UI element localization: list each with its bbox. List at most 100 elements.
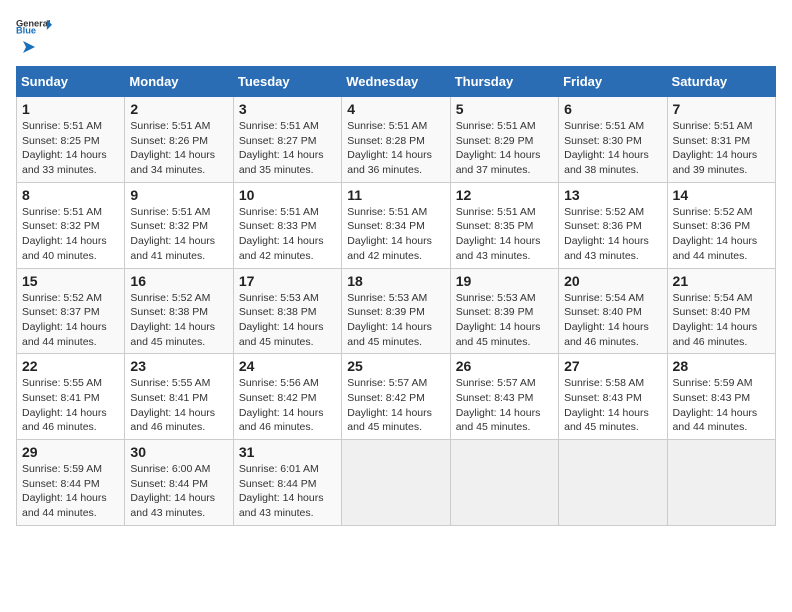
calendar-day-cell: 19Sunrise: 5:53 AMSunset: 8:39 PMDayligh…	[450, 268, 558, 354]
calendar-week-row: 8 Sunrise: 5:51 AMSunset: 8:32 PMDaylight…	[17, 182, 776, 268]
day-info: Sunrise: 5:53 AMSunset: 8:38 PMDaylight:…	[239, 291, 336, 350]
day-number: 25	[347, 358, 444, 374]
empty-cell	[559, 440, 667, 526]
day-number: 22	[22, 358, 119, 374]
day-number: 26	[456, 358, 553, 374]
day-number: 15	[22, 273, 119, 289]
calendar-day-cell: 18 Sunrise: 5:53 AMSunset: 8:39 PMDayligh…	[342, 268, 450, 354]
day-number: 4	[347, 101, 444, 117]
day-info: Sunrise: 5:52 AMSunset: 8:36 PMDaylight:…	[673, 205, 770, 264]
day-info: Sunrise: 5:59 AMSunset: 8:43 PMDaylight:…	[673, 376, 770, 435]
day-number: 27	[564, 358, 661, 374]
svg-text:Blue: Blue	[16, 25, 36, 35]
calendar-day-cell: 13 Sunrise: 5:52 AMSunset: 8:36 PMDayligh…	[559, 182, 667, 268]
calendar-day-cell: 3 Sunrise: 5:51 AMSunset: 8:27 PMDaylight…	[233, 97, 341, 183]
day-info: Sunrise: 5:51 AMSunset: 8:29 PMDaylight:…	[456, 119, 553, 178]
day-number: 23	[130, 358, 227, 374]
logo-icon: General Blue	[16, 16, 52, 36]
calendar-day-cell: 8 Sunrise: 5:51 AMSunset: 8:32 PMDaylight…	[17, 182, 125, 268]
day-number: 7	[673, 101, 770, 117]
day-number: 2	[130, 101, 227, 117]
calendar-day-cell: 24Sunrise: 5:56 AMSunset: 8:42 PMDayligh…	[233, 354, 341, 440]
calendar-day-cell: 12 Sunrise: 5:51 AMSunset: 8:35 PMDayligh…	[450, 182, 558, 268]
day-info: Sunrise: 5:51 AMSunset: 8:31 PMDaylight:…	[673, 119, 770, 178]
col-header-wednesday: Wednesday	[342, 67, 450, 97]
day-info: Sunrise: 5:51 AMSunset: 8:34 PMDaylight:…	[347, 205, 444, 264]
calendar-day-cell: 11 Sunrise: 5:51 AMSunset: 8:34 PMDayligh…	[342, 182, 450, 268]
day-info: Sunrise: 5:51 AMSunset: 8:33 PMDaylight:…	[239, 205, 336, 264]
calendar-week-row: 22 Sunrise: 5:55 AMSunset: 8:41 PMDayligh…	[17, 354, 776, 440]
empty-cell	[667, 440, 775, 526]
calendar-day-cell: 15 Sunrise: 5:52 AMSunset: 8:37 PMDayligh…	[17, 268, 125, 354]
calendar-day-cell: 23 Sunrise: 5:55 AMSunset: 8:41 PMDayligh…	[125, 354, 233, 440]
logo: General Blue	[16, 16, 52, 56]
day-number: 24	[239, 358, 336, 374]
calendar-day-cell: 22Sunrise: 5:55 AMSunset: 8:41 PMDayligh…	[17, 354, 125, 440]
day-info: Sunrise: 6:00 AMSunset: 8:44 PMDaylight:…	[130, 462, 227, 521]
day-info: Sunrise: 5:51 AMSunset: 8:27 PMDaylight:…	[239, 119, 336, 178]
day-number: 28	[673, 358, 770, 374]
calendar-day-cell: 26 Sunrise: 5:57 AMSunset: 8:43 PMDayligh…	[450, 354, 558, 440]
day-number: 31	[239, 444, 336, 460]
day-info: Sunrise: 5:58 AMSunset: 8:43 PMDaylight:…	[564, 376, 661, 435]
logo-arrow-icon	[20, 38, 38, 56]
day-number: 9	[130, 187, 227, 203]
day-info: Sunrise: 5:51 AMSunset: 8:28 PMDaylight:…	[347, 119, 444, 178]
calendar-table: SundayMondayTuesdayWednesdayThursdayFrid…	[16, 66, 776, 526]
calendar-day-cell: 6Sunrise: 5:51 AMSunset: 8:30 PMDaylight…	[559, 97, 667, 183]
day-number: 29	[22, 444, 119, 460]
calendar-day-cell: 1 Sunrise: 5:51 AMSunset: 8:25 PMDaylight…	[17, 97, 125, 183]
day-number: 19	[456, 273, 553, 289]
calendar-week-row: 1 Sunrise: 5:51 AMSunset: 8:25 PMDaylight…	[17, 97, 776, 183]
day-number: 17	[239, 273, 336, 289]
calendar-week-row: 29 Sunrise: 5:59 AMSunset: 8:44 PMDayligh…	[17, 440, 776, 526]
calendar-day-cell: 31 Sunrise: 6:01 AMSunset: 8:44 PMDayligh…	[233, 440, 341, 526]
day-number: 20	[564, 273, 661, 289]
col-header-tuesday: Tuesday	[233, 67, 341, 97]
day-number: 30	[130, 444, 227, 460]
day-info: Sunrise: 5:51 AMSunset: 8:35 PMDaylight:…	[456, 205, 553, 264]
day-info: Sunrise: 5:54 AMSunset: 8:40 PMDaylight:…	[673, 291, 770, 350]
calendar-week-row: 15 Sunrise: 5:52 AMSunset: 8:37 PMDayligh…	[17, 268, 776, 354]
day-info: Sunrise: 5:57 AMSunset: 8:43 PMDaylight:…	[456, 376, 553, 435]
day-info: Sunrise: 5:52 AMSunset: 8:36 PMDaylight:…	[564, 205, 661, 264]
calendar-day-cell: 20 Sunrise: 5:54 AMSunset: 8:40 PMDayligh…	[559, 268, 667, 354]
day-info: Sunrise: 5:57 AMSunset: 8:42 PMDaylight:…	[347, 376, 444, 435]
day-number: 3	[239, 101, 336, 117]
day-number: 5	[456, 101, 553, 117]
page-header: General Blue	[16, 16, 776, 56]
col-header-sunday: Sunday	[17, 67, 125, 97]
empty-cell	[450, 440, 558, 526]
day-number: 18	[347, 273, 444, 289]
day-info: Sunrise: 5:51 AMSunset: 8:25 PMDaylight:…	[22, 119, 119, 178]
calendar-day-cell: 17 Sunrise: 5:53 AMSunset: 8:38 PMDayligh…	[233, 268, 341, 354]
calendar-day-cell: 28 Sunrise: 5:59 AMSunset: 8:43 PMDayligh…	[667, 354, 775, 440]
day-info: Sunrise: 5:53 AMSunset: 8:39 PMDaylight:…	[347, 291, 444, 350]
day-info: Sunrise: 5:51 AMSunset: 8:32 PMDaylight:…	[22, 205, 119, 264]
col-header-saturday: Saturday	[667, 67, 775, 97]
day-info: Sunrise: 5:55 AMSunset: 8:41 PMDaylight:…	[130, 376, 227, 435]
day-number: 12	[456, 187, 553, 203]
day-info: Sunrise: 6:01 AMSunset: 8:44 PMDaylight:…	[239, 462, 336, 521]
day-info: Sunrise: 5:59 AMSunset: 8:44 PMDaylight:…	[22, 462, 119, 521]
day-info: Sunrise: 5:52 AMSunset: 8:37 PMDaylight:…	[22, 291, 119, 350]
calendar-day-cell: 10Sunrise: 5:51 AMSunset: 8:33 PMDayligh…	[233, 182, 341, 268]
calendar-day-cell: 9Sunrise: 5:51 AMSunset: 8:32 PMDaylight…	[125, 182, 233, 268]
col-header-thursday: Thursday	[450, 67, 558, 97]
day-info: Sunrise: 5:51 AMSunset: 8:30 PMDaylight:…	[564, 119, 661, 178]
day-number: 13	[564, 187, 661, 203]
day-number: 8	[22, 187, 119, 203]
calendar-day-cell: 27 Sunrise: 5:58 AMSunset: 8:43 PMDayligh…	[559, 354, 667, 440]
day-info: Sunrise: 5:52 AMSunset: 8:38 PMDaylight:…	[130, 291, 227, 350]
calendar-header-row: SundayMondayTuesdayWednesdayThursdayFrid…	[17, 67, 776, 97]
calendar-day-cell: 4 Sunrise: 5:51 AMSunset: 8:28 PMDaylight…	[342, 97, 450, 183]
calendar-day-cell: 7 Sunrise: 5:51 AMSunset: 8:31 PMDaylight…	[667, 97, 775, 183]
col-header-monday: Monday	[125, 67, 233, 97]
day-number: 1	[22, 101, 119, 117]
day-info: Sunrise: 5:51 AMSunset: 8:26 PMDaylight:…	[130, 119, 227, 178]
day-info: Sunrise: 5:54 AMSunset: 8:40 PMDaylight:…	[564, 291, 661, 350]
day-number: 14	[673, 187, 770, 203]
calendar-day-cell: 29 Sunrise: 5:59 AMSunset: 8:44 PMDayligh…	[17, 440, 125, 526]
day-number: 11	[347, 187, 444, 203]
calendar-day-cell: 2 Sunrise: 5:51 AMSunset: 8:26 PMDaylight…	[125, 97, 233, 183]
